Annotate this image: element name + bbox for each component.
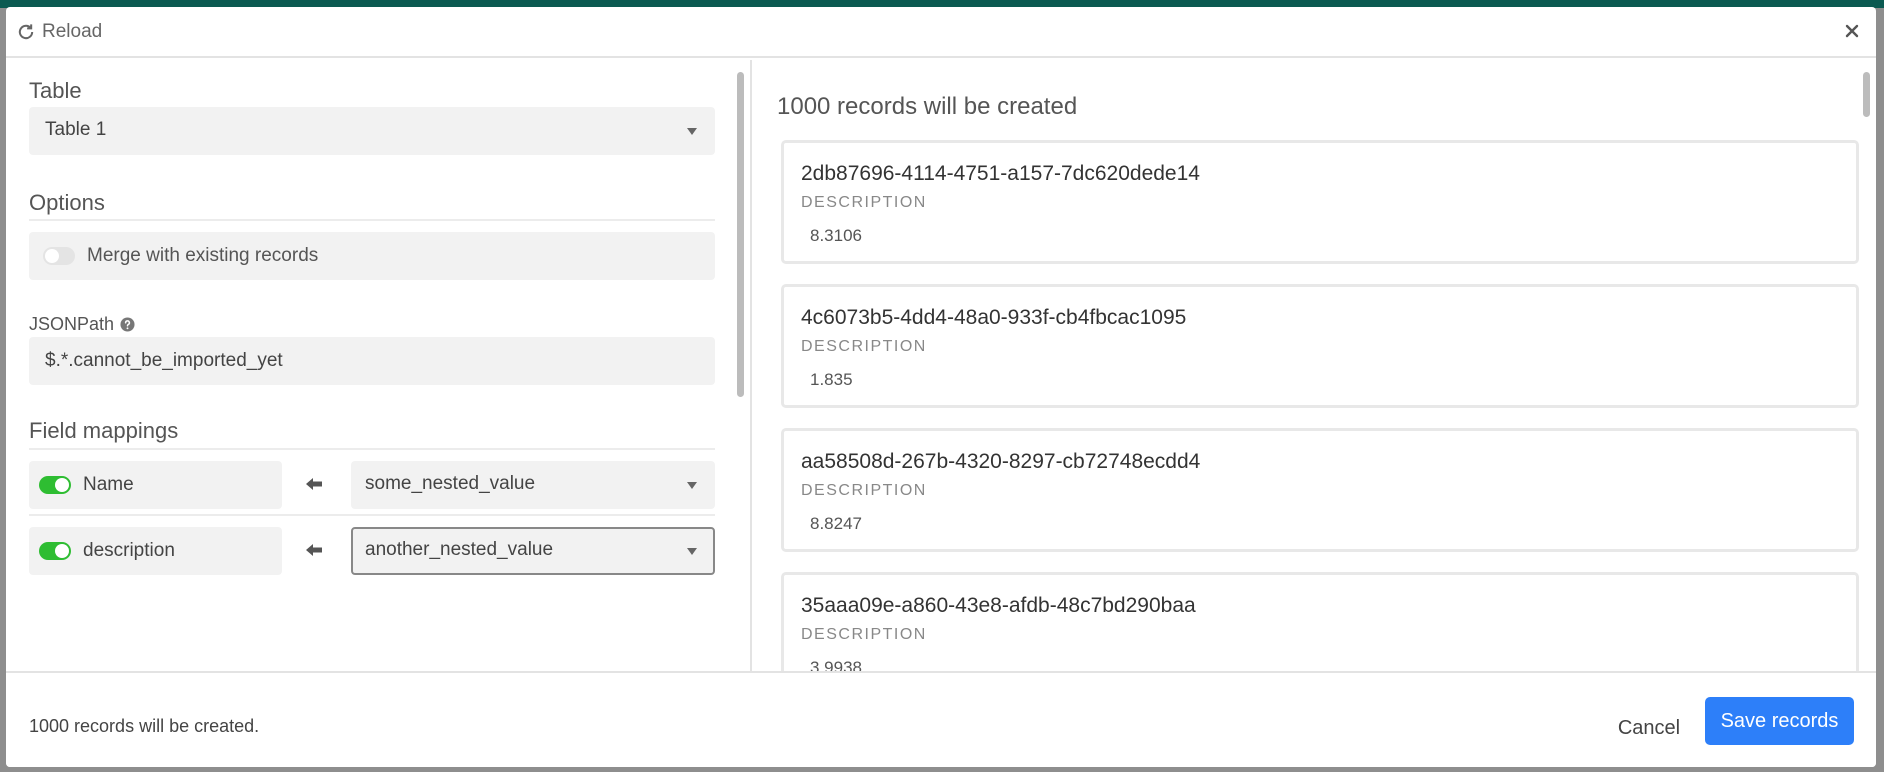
reload-dialog: Reload Table Table 1 Options Merge with … bbox=[6, 7, 1876, 767]
field-chip-description: description bbox=[29, 527, 282, 575]
cancel-button[interactable]: Cancel bbox=[1596, 704, 1702, 752]
record-field-label: DESCRIPTION bbox=[801, 626, 927, 643]
merge-label: Merge with existing records bbox=[87, 245, 319, 266]
records-preview-pane: 1000 records will be created 2db87696-41… bbox=[754, 60, 1876, 671]
save-records-button[interactable]: Save records bbox=[1705, 697, 1854, 745]
arrow-left-icon bbox=[306, 478, 322, 490]
table-select-value: Table 1 bbox=[45, 119, 107, 140]
source-select-description[interactable]: another_nested_value bbox=[351, 527, 715, 575]
chevron-down-icon bbox=[687, 482, 697, 489]
record-card: aa58508d-267b-4320-8297-cb72748ecdd4 DES… bbox=[781, 428, 1859, 552]
chevron-down-icon bbox=[687, 548, 697, 555]
record-card: 2db87696-4114-4751-a157-7dc620dede14 DES… bbox=[781, 140, 1859, 264]
chevron-down-icon bbox=[687, 128, 697, 135]
close-icon[interactable] bbox=[1842, 21, 1862, 41]
record-card: 35aaa09e-a860-43e8-afdb-48c7bd290baa DES… bbox=[781, 572, 1859, 671]
field-toggle-name[interactable] bbox=[39, 476, 71, 494]
import-settings-pane: Table Table 1 Options Merge with existin… bbox=[6, 60, 752, 671]
record-card: 4c6073b5-4dd4-48a0-933f-cb4fbcac1095 DES… bbox=[781, 284, 1859, 408]
left-scrollbar[interactable] bbox=[737, 72, 744, 397]
field-mapping-row: description another_nested_value bbox=[29, 527, 715, 575]
toggle-knob bbox=[55, 544, 69, 558]
merge-toggle[interactable] bbox=[43, 247, 75, 265]
field-mappings-heading: Field mappings bbox=[29, 418, 179, 443]
record-value: 3.9938 bbox=[810, 658, 862, 671]
source-select-value: some_nested_value bbox=[365, 473, 536, 494]
field-mapping-row: Name some_nested_value bbox=[29, 461, 715, 509]
record-id: aa58508d-267b-4320-8297-cb72748ecdd4 bbox=[801, 450, 1201, 473]
toggle-knob bbox=[55, 478, 69, 492]
record-field-label: DESCRIPTION bbox=[801, 482, 927, 499]
record-value: 8.8247 bbox=[810, 514, 862, 533]
jsonpath-label: JSONPath bbox=[29, 314, 135, 335]
record-id: 4c6073b5-4dd4-48a0-933f-cb4fbcac1095 bbox=[801, 306, 1187, 329]
jsonpath-input[interactable] bbox=[29, 337, 715, 385]
reload-icon bbox=[18, 24, 34, 40]
merge-option: Merge with existing records bbox=[29, 232, 715, 280]
right-scrollbar[interactable] bbox=[1863, 72, 1870, 117]
field-name: description bbox=[83, 540, 175, 561]
field-chip-name: Name bbox=[29, 461, 282, 509]
record-field-label: DESCRIPTION bbox=[801, 194, 927, 211]
table-select[interactable]: Table 1 bbox=[29, 107, 715, 155]
field-toggle-description[interactable] bbox=[39, 542, 71, 560]
record-id: 2db87696-4114-4751-a157-7dc620dede14 bbox=[801, 162, 1200, 185]
source-select-name[interactable]: some_nested_value bbox=[351, 461, 715, 509]
dialog-header: Reload bbox=[6, 7, 1876, 58]
jsonpath-label-text: JSONPath bbox=[29, 314, 115, 334]
records-preview-title: 1000 records will be created bbox=[777, 93, 1078, 120]
options-divider bbox=[29, 219, 715, 221]
reload-button[interactable]: Reload bbox=[17, 21, 102, 43]
source-select-value: another_nested_value bbox=[365, 539, 554, 560]
footer-message: 1000 records will be created. bbox=[29, 716, 260, 736]
record-value: 1.835 bbox=[810, 370, 853, 389]
toggle-knob bbox=[45, 249, 59, 263]
record-id: 35aaa09e-a860-43e8-afdb-48c7bd290baa bbox=[801, 594, 1196, 617]
field-name: Name bbox=[83, 474, 134, 495]
options-heading: Options bbox=[29, 190, 105, 215]
mapping-divider bbox=[29, 514, 715, 516]
record-value: 8.3106 bbox=[810, 226, 862, 245]
field-mappings-divider bbox=[29, 448, 715, 450]
arrow-left-icon bbox=[306, 544, 322, 556]
dialog-footer: 1000 records will be created. Cancel Sav… bbox=[6, 671, 1876, 767]
reload-label: Reload bbox=[42, 21, 103, 42]
help-icon[interactable] bbox=[120, 317, 135, 332]
table-label: Table bbox=[29, 78, 82, 103]
record-field-label: DESCRIPTION bbox=[801, 338, 927, 355]
